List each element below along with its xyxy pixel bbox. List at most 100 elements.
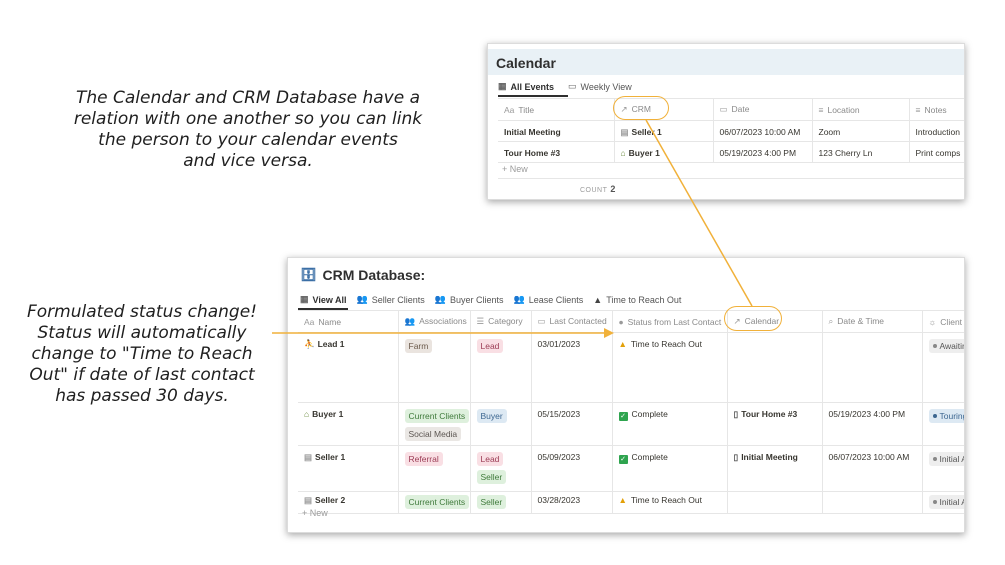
table-row[interactable]: Tour Home #3 ⌂ Buyer 1 05/19/2023 4:00 PM… bbox=[498, 141, 964, 163]
tab-lease-clients[interactable]: 👥 Lease Clients bbox=[514, 294, 584, 305]
table-row[interactable]: Initial Meeting ▤ Seller 1 06/07/2023 10:… bbox=[498, 120, 964, 142]
cell-category[interactable]: Buyer bbox=[470, 402, 532, 446]
cell-date-time[interactable]: 06/07/2023 10:00 AM bbox=[822, 445, 923, 492]
cell-status[interactable]: ✓ Complete bbox=[612, 402, 728, 446]
cell-date[interactable]: 05/19/2023 4:00 PM bbox=[713, 141, 813, 163]
cell-notes[interactable]: Print comps bbox=[909, 141, 964, 163]
page-icon: ▯ bbox=[733, 409, 739, 419]
dot-icon bbox=[932, 457, 937, 461]
cell-client-status[interactable]: Touring bbox=[922, 402, 964, 446]
cell-client-status[interactable]: Awaitin bbox=[922, 332, 964, 403]
col-date[interactable]: ▭ Date bbox=[713, 98, 813, 121]
tab-buyer-clients[interactable]: 👥 Buyer Clients bbox=[435, 294, 504, 305]
annotation-line: The Calendar and CRM Database have a bbox=[75, 88, 421, 108]
cell-category[interactable]: Lead bbox=[470, 332, 532, 403]
cell-name[interactable]: ⛹ Lead 1 bbox=[298, 332, 399, 403]
tab-time-to-reach-out[interactable]: ▲ Time to Reach Out bbox=[593, 295, 681, 305]
table-row[interactable]: ▤ Seller 2 Current Clients Seller 03/28/2… bbox=[298, 491, 964, 514]
cell-status[interactable]: ✓ Complete bbox=[612, 445, 728, 492]
annotation-relation: The Calendar and CRM Database have a rel… bbox=[48, 88, 448, 172]
cell-last-contacted[interactable]: 05/15/2023 bbox=[531, 402, 613, 446]
annotation-status: Formulated status change! Status will au… bbox=[14, 302, 270, 407]
cell-status[interactable]: ▲ Time to Reach Out bbox=[612, 332, 728, 403]
tab-all-events[interactable]: ▦ All Events bbox=[498, 81, 554, 92]
cell-category[interactable]: Lead Seller bbox=[470, 445, 532, 492]
cell-date-time[interactable]: 05/19/2023 4:00 PM bbox=[822, 402, 923, 446]
cell-location[interactable]: Zoom bbox=[812, 120, 910, 142]
annotation-line: relation with one another so you can lin… bbox=[73, 109, 423, 129]
cell-name[interactable]: ⌂ Buyer 1 bbox=[298, 402, 399, 446]
crm-panel: 🗄 CRM Database: ▦ View All 👥 Seller Client… bbox=[287, 257, 965, 533]
table-row[interactable]: ▤ Seller 1 Referral Lead Seller 05/09/2023… bbox=[298, 445, 964, 492]
cell-notes[interactable]: Introduction bbox=[909, 120, 964, 142]
cell-status[interactable]: ▲ Time to Reach Out bbox=[612, 491, 728, 514]
warning-icon: ▲ bbox=[618, 339, 627, 349]
page-icon: ▤ bbox=[304, 495, 313, 505]
cell-associations[interactable]: Referral bbox=[398, 445, 471, 492]
highlight-circle-calendar bbox=[724, 306, 782, 331]
cell-last-contacted[interactable]: 05/09/2023 bbox=[531, 445, 613, 492]
table-icon: ▦ bbox=[300, 294, 309, 304]
cell-calendar[interactable] bbox=[727, 332, 823, 403]
table-row[interactable]: ⌂ Buyer 1 Current Clients Social Media Buy… bbox=[298, 402, 964, 446]
person-icon: ⛹ bbox=[304, 339, 315, 349]
crm-tabs: ▦ View All 👥 Seller Clients 👥 Buyer Clients… bbox=[300, 294, 681, 305]
cell-calendar[interactable] bbox=[727, 491, 823, 514]
page-icon: ▤ bbox=[304, 452, 313, 462]
new-row-button[interactable]: + New bbox=[302, 508, 328, 518]
tab-seller-clients[interactable]: 👥 Seller Clients bbox=[357, 294, 425, 305]
col-notes[interactable]: ≡ Notes bbox=[909, 98, 964, 121]
col-status[interactable]: ● Status from Last Contact bbox=[612, 310, 728, 333]
house-icon: ⌂ bbox=[304, 409, 310, 419]
status-badge: Initial A bbox=[928, 495, 964, 509]
cell-last-contacted[interactable]: 03/28/2023 bbox=[531, 491, 613, 514]
cell-category[interactable]: Seller bbox=[470, 491, 532, 514]
cell-client-status[interactable]: Initial A bbox=[922, 445, 964, 492]
page-icon: ▤ bbox=[620, 127, 629, 137]
cell-client-status[interactable]: Initial A bbox=[922, 491, 964, 514]
count-footer: COUNT 2 bbox=[580, 184, 616, 194]
people-icon: 👥 bbox=[356, 294, 368, 304]
col-location[interactable]: ≡ Location bbox=[812, 98, 910, 121]
calendar-table: Aa Title ↗ CRM ▭ Date ≡ Location ≡ Notes Init… bbox=[498, 98, 964, 163]
annotation-line: the person to your calendar events bbox=[98, 130, 398, 150]
house-icon: ⌂ bbox=[620, 148, 626, 158]
cell-calendar[interactable]: ▯ Tour Home #3 bbox=[727, 402, 823, 446]
check-icon: ✓ bbox=[618, 412, 628, 421]
cell-date-time[interactable] bbox=[822, 332, 923, 403]
calendar-title: Calendar bbox=[496, 55, 556, 71]
col-date-time[interactable]: ⌕ Date & Time bbox=[822, 310, 923, 333]
cell-name[interactable]: ▤ Seller 1 bbox=[298, 445, 399, 492]
tab-weekly-view[interactable]: ▭ Weekly View bbox=[568, 81, 632, 92]
calendar-icon: ▭ bbox=[568, 81, 577, 91]
cell-associations[interactable]: Current Clients Social Media bbox=[398, 402, 471, 446]
plus-icon: + bbox=[502, 164, 510, 174]
cell-crm[interactable]: ⌂ Buyer 1 bbox=[614, 141, 714, 163]
tag: Current Clients bbox=[404, 409, 469, 423]
status-badge: Initial A bbox=[928, 452, 964, 466]
cell-crm[interactable]: ▤ Seller 1 bbox=[614, 120, 714, 142]
table-row[interactable]: ⛹ Lead 1 Farm Lead 03/01/2023 ▲ Time to Re… bbox=[298, 332, 964, 403]
tag: Buyer bbox=[476, 409, 507, 423]
col-associations[interactable]: 👥 Associations bbox=[398, 310, 471, 333]
col-category[interactable]: ☰ Category bbox=[470, 310, 532, 333]
cell-title[interactable]: Tour Home #3 bbox=[498, 141, 615, 163]
cell-location[interactable]: 123 Cherry Ln bbox=[812, 141, 910, 163]
new-row-button[interactable]: + New bbox=[502, 164, 528, 174]
dot-icon bbox=[932, 500, 937, 504]
cell-date[interactable]: 06/07/2023 10:00 AM bbox=[713, 120, 813, 142]
cell-associations[interactable]: Current Clients bbox=[398, 491, 471, 514]
col-title[interactable]: Aa Title bbox=[498, 98, 615, 121]
tab-view-all[interactable]: ▦ View All bbox=[300, 294, 347, 305]
highlight-circle-crm bbox=[613, 96, 669, 120]
cell-associations[interactable]: Farm bbox=[398, 332, 471, 403]
cell-calendar[interactable]: ▯ Initial Meeting bbox=[727, 445, 823, 492]
dot-icon bbox=[932, 344, 937, 348]
cell-last-contacted[interactable]: 03/01/2023 bbox=[531, 332, 613, 403]
col-last-contacted[interactable]: ▭ Last Contacted bbox=[531, 310, 613, 333]
cabinet-icon: 🗄 bbox=[300, 267, 317, 282]
cell-date-time[interactable] bbox=[822, 491, 923, 514]
col-name[interactable]: Aa Name bbox=[298, 310, 399, 333]
cell-title[interactable]: Initial Meeting bbox=[498, 120, 615, 142]
col-client-status[interactable]: ☼Client S bbox=[922, 310, 964, 333]
